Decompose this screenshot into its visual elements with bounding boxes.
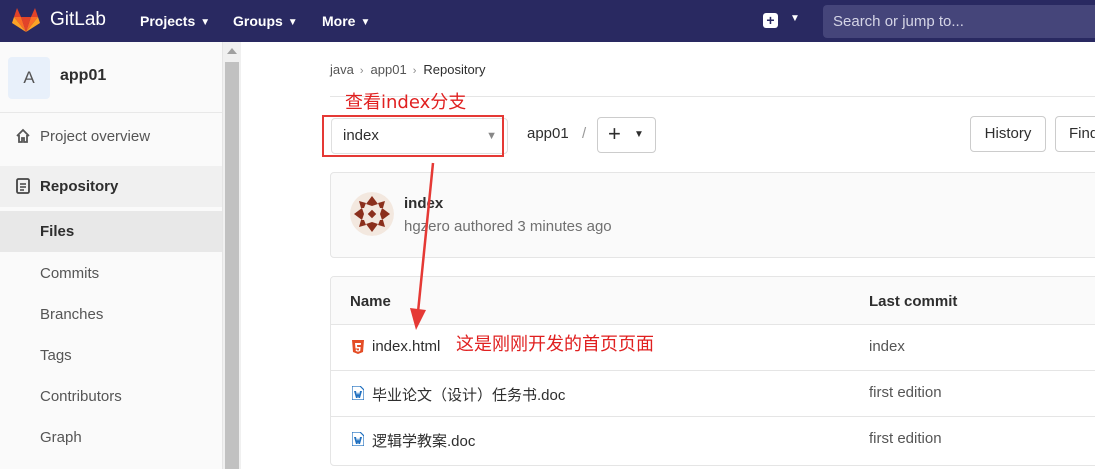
- commit-author-meta: hgzero authored 3 minutes ago: [404, 218, 612, 235]
- chevron-down-icon: ▼: [287, 17, 298, 28]
- nav-groups-label: Groups: [233, 13, 283, 29]
- nav-projects-label: Projects: [140, 13, 196, 29]
- word-file-icon: [352, 386, 364, 400]
- commit-title-link[interactable]: index: [404, 195, 443, 212]
- table-row[interactable]: 逻辑学教案.doc first edition: [331, 416, 1095, 462]
- column-header-name: Name: [350, 293, 391, 310]
- find-file-button[interactable]: Find: [1055, 116, 1095, 152]
- repository-icon: [14, 166, 32, 210]
- chevron-right-icon: ›: [359, 65, 364, 77]
- sidebar-item-commits[interactable]: Commits: [0, 253, 222, 294]
- search-input[interactable]: Search or jump to...: [823, 5, 1095, 38]
- breadcrumb-java[interactable]: java: [330, 62, 354, 77]
- annotation-branch-note: 查看index分支: [345, 92, 467, 113]
- latest-commit-panel: index hgzero authored 3 minutes ago: [330, 172, 1095, 258]
- nav-more-label: More: [322, 13, 356, 29]
- sidebar-item-label: Commits: [40, 265, 100, 282]
- last-commit-link[interactable]: first edition: [869, 430, 942, 447]
- nav-groups-dropdown[interactable]: Groups ▼: [233, 0, 298, 42]
- sidebar-item-label: Branches: [40, 306, 104, 323]
- history-button[interactable]: History: [970, 116, 1046, 152]
- chevron-down-icon: ▼: [634, 129, 644, 140]
- sidebar-item-tags[interactable]: Tags: [0, 335, 222, 376]
- file-name-link[interactable]: index.html: [372, 338, 440, 355]
- top-navbar: GitLab Projects ▼ Groups ▼ More ▼ + ▼ Searc…: [0, 0, 1095, 42]
- breadcrumb: java › app01 › Repository: [330, 62, 492, 77]
- html5-file-icon: [352, 340, 364, 354]
- sidebar-item-label: Graph: [40, 429, 82, 446]
- sidebar-item-label: Tags: [40, 347, 72, 364]
- sidebar-item-label: Project overview: [40, 128, 151, 145]
- file-name-link[interactable]: 逻辑学教案.doc: [372, 430, 475, 451]
- table-row[interactable]: 毕业论文（设计）任务书.doc first edition: [331, 370, 1095, 417]
- sidebar-item-files[interactable]: Files: [0, 211, 222, 252]
- last-commit-link[interactable]: first edition: [869, 384, 942, 401]
- gitlab-fox-icon: [12, 8, 40, 32]
- word-file-icon: [352, 432, 364, 446]
- sidebar-item-label: Files: [40, 223, 75, 240]
- file-name-link[interactable]: 毕业论文（设计）任务书.doc: [372, 384, 565, 405]
- sidebar-item-contributors[interactable]: Contributors: [0, 376, 222, 417]
- nav-projects-dropdown[interactable]: Projects ▼: [140, 0, 210, 42]
- plus-icon: +: [608, 121, 621, 146]
- sidebar-item-label: Contributors: [40, 388, 122, 405]
- breadcrumb-repository[interactable]: Repository: [423, 62, 485, 77]
- sidebar-item-repository[interactable]: Repository: [0, 166, 222, 207]
- sidebar-item-label: Repository: [40, 178, 119, 195]
- chevron-down-icon: ▼: [360, 17, 371, 28]
- chevron-right-icon: ›: [412, 65, 417, 77]
- new-item-plus-icon[interactable]: +: [763, 13, 778, 28]
- breadcrumb-app01[interactable]: app01: [371, 62, 407, 77]
- project-header[interactable]: A app01: [0, 42, 222, 113]
- file-tree-table: Name Last commit index.html index 毕业论文（设…: [330, 276, 1095, 466]
- brand-name: GitLab: [50, 9, 106, 30]
- project-sidebar: A app01 Project overview Repository File…: [0, 42, 223, 469]
- avatar[interactable]: [350, 192, 394, 236]
- chevron-down-icon: ▼: [200, 17, 211, 28]
- scroll-up-arrow-icon[interactable]: [227, 48, 237, 54]
- project-avatar: A: [8, 57, 50, 99]
- column-header-last-commit: Last commit: [869, 293, 958, 310]
- scrollbar-thumb[interactable]: [225, 62, 239, 469]
- add-file-dropdown-button[interactable]: + ▼: [597, 117, 656, 153]
- sidebar-item-project-overview[interactable]: Project overview: [0, 116, 222, 157]
- project-name: app01: [60, 67, 107, 84]
- sidebar-item-branches[interactable]: Branches: [0, 294, 222, 335]
- table-header: Name Last commit: [331, 277, 1095, 325]
- sidebar-scrollbar[interactable]: [223, 42, 241, 469]
- gitlab-logo[interactable]: GitLab: [12, 7, 106, 33]
- last-commit-link[interactable]: index: [869, 338, 905, 355]
- chevron-down-icon[interactable]: ▼: [790, 13, 800, 24]
- home-icon: [14, 116, 32, 160]
- path-separator: /: [582, 125, 587, 142]
- nav-more-dropdown[interactable]: More ▼: [322, 0, 370, 42]
- annotation-file-note: 这是刚刚开发的首页页面: [456, 334, 654, 355]
- path-root-link[interactable]: app01: [527, 125, 569, 142]
- annotation-highlight-box: [322, 115, 504, 157]
- table-row[interactable]: index.html index: [331, 324, 1095, 371]
- sidebar-item-graph[interactable]: Graph: [0, 417, 222, 458]
